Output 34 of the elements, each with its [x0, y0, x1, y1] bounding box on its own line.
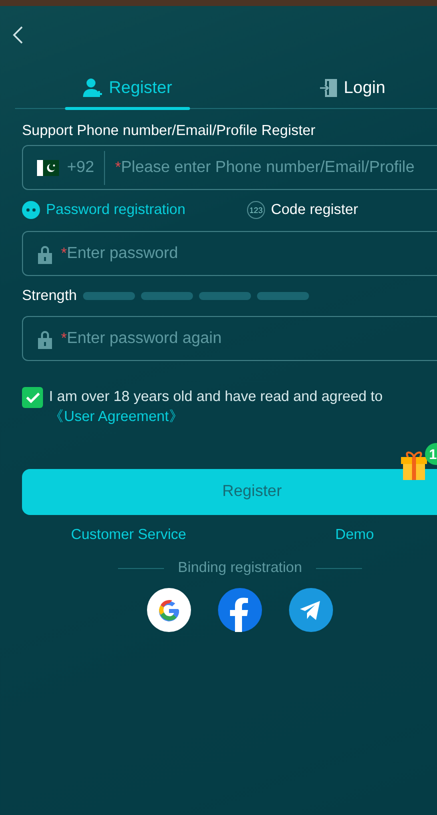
input-field[interactable]: Please enter Phone number/Email/Profile	[120, 158, 437, 176]
country-code[interactable]: +92	[67, 150, 106, 184]
required-mark: *	[61, 245, 67, 262]
number-icon: 123	[247, 201, 265, 219]
telegram-icon[interactable]	[289, 588, 333, 632]
back-icon[interactable]	[12, 26, 23, 44]
footer-link[interactable]: Demo	[335, 527, 374, 543]
checkbox[interactable]	[22, 387, 43, 408]
register-button[interactable]: Register	[22, 469, 437, 515]
input-field[interactable]: Enter password again	[66, 330, 437, 348]
agreement-text: I am over 18 years old and have read and agreed to 《User Agreement》	[49, 388, 384, 427]
tab[interactable]: Register	[15, 68, 240, 108]
input-field[interactable]: Enter password	[66, 244, 437, 262]
radio-option[interactable]: Password registration	[22, 201, 247, 219]
gift-icon[interactable]	[398, 449, 430, 481]
field-label: Support Phone number/Email/Profile Register	[22, 123, 316, 139]
check-icon	[26, 392, 40, 403]
lock-icon	[37, 244, 53, 264]
user-add-icon	[82, 78, 103, 98]
radio-option[interactable]: 123 Code register	[247, 201, 358, 219]
facebook-icon[interactable]	[218, 588, 262, 632]
required-mark: *	[115, 159, 121, 176]
door-icon	[320, 78, 338, 98]
text-field[interactable]: +92 *Please enter Phone number/Email/Profile	[22, 145, 437, 190]
divider-label: Binding registration	[178, 560, 302, 576]
agreement-link[interactable]: 《User Agreement》	[49, 409, 184, 425]
tab[interactable]: Login	[240, 68, 437, 108]
footer-link[interactable]: Customer Service	[71, 527, 186, 543]
google-icon[interactable]	[147, 588, 191, 632]
lock-icon	[37, 328, 53, 348]
required-mark: *	[61, 330, 67, 347]
strength-label: Strength	[22, 288, 77, 304]
count-badge: 1	[425, 443, 437, 465]
flag-icon	[37, 160, 59, 176]
